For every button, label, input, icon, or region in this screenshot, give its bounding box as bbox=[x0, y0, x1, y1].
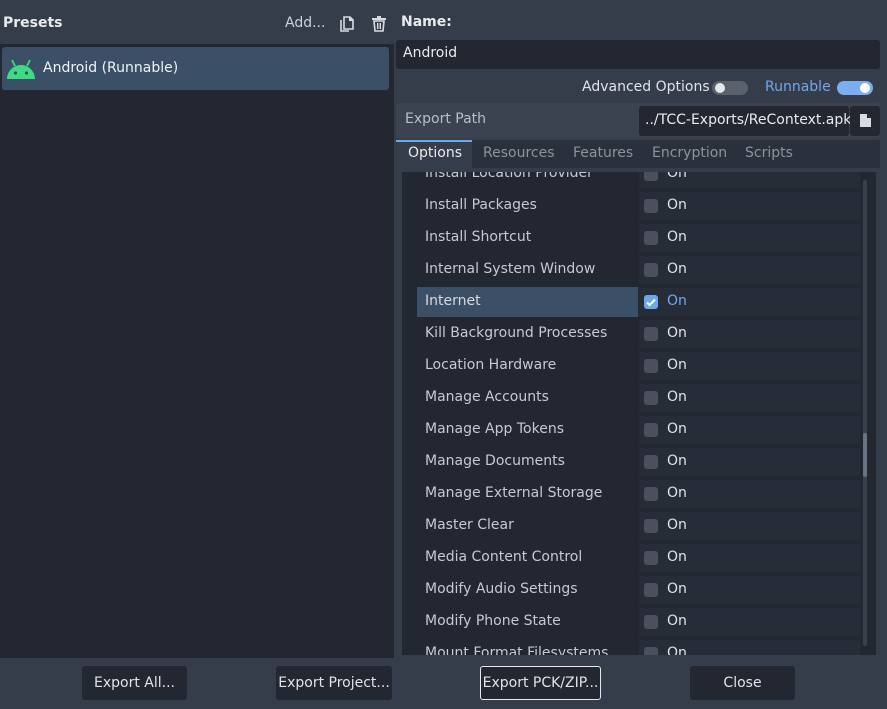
option-row[interactable]: Media Content Control On bbox=[417, 543, 860, 573]
option-checkbox[interactable] bbox=[644, 199, 658, 213]
option-row[interactable]: Location Hardware On bbox=[417, 351, 860, 381]
option-name: Manage App Tokens bbox=[425, 421, 564, 437]
option-row[interactable]: Modify Phone State On bbox=[417, 607, 860, 637]
option-checkbox[interactable] bbox=[644, 519, 658, 533]
option-checkbox[interactable] bbox=[644, 391, 658, 405]
option-name: Internal System Window bbox=[425, 261, 596, 277]
option-row[interactable]: Modify Audio Settings On bbox=[417, 575, 860, 605]
options-list: Install Location Provider On Install Packa… bbox=[402, 172, 876, 655]
tab-features[interactable]: Features bbox=[573, 145, 633, 161]
option-name: Manage Documents bbox=[425, 453, 565, 469]
duplicate-icon[interactable] bbox=[340, 16, 354, 32]
option-checkbox[interactable] bbox=[644, 295, 658, 309]
advanced-options-label: Advanced Options bbox=[582, 79, 710, 95]
trash-icon[interactable] bbox=[371, 16, 387, 32]
option-value: On bbox=[667, 613, 687, 629]
option-value: On bbox=[667, 197, 687, 213]
option-row[interactable]: Install Shortcut On bbox=[417, 223, 860, 253]
options-scrollbar-thumb[interactable] bbox=[863, 433, 867, 477]
option-value: On bbox=[667, 389, 687, 405]
option-name: Internet bbox=[425, 293, 481, 309]
option-value: On bbox=[667, 453, 687, 469]
export-path-label: Export Path bbox=[405, 111, 487, 127]
option-value: On bbox=[667, 549, 687, 565]
tab-resources[interactable]: Resources bbox=[483, 145, 555, 161]
file-icon bbox=[860, 114, 871, 127]
option-row[interactable]: Manage Documents On bbox=[417, 447, 860, 477]
option-name: Install Location Provider bbox=[425, 172, 593, 181]
option-row[interactable]: Manage Accounts On bbox=[417, 383, 860, 413]
option-row[interactable]: Mount Format Filesystems On bbox=[417, 639, 860, 655]
option-checkbox[interactable] bbox=[644, 327, 658, 341]
option-name: Kill Background Processes bbox=[425, 325, 608, 341]
presets-panel bbox=[0, 0, 394, 658]
android-icon bbox=[7, 59, 35, 79]
runnable-toggle[interactable] bbox=[837, 81, 873, 95]
option-name: Mount Format Filesystems bbox=[425, 645, 609, 655]
option-row[interactable]: Install Location Provider On bbox=[417, 172, 860, 189]
option-name: Modify Phone State bbox=[425, 613, 561, 629]
option-checkbox[interactable] bbox=[644, 423, 658, 437]
option-checkbox[interactable] bbox=[644, 359, 658, 373]
name-label: Name: bbox=[401, 14, 452, 30]
option-value: On bbox=[667, 421, 687, 437]
tab-encryption[interactable]: Encryption bbox=[652, 145, 727, 161]
option-row[interactable]: Internet On bbox=[417, 287, 860, 317]
option-checkbox[interactable] bbox=[644, 455, 658, 469]
option-name: Manage Accounts bbox=[425, 389, 549, 405]
tab-options-label[interactable]: Options bbox=[408, 145, 462, 161]
close-button[interactable]: Close bbox=[690, 666, 795, 700]
option-checkbox[interactable] bbox=[644, 487, 658, 501]
option-row[interactable]: Internal System Window On bbox=[417, 255, 860, 285]
presets-title: Presets bbox=[3, 15, 63, 31]
option-checkbox[interactable] bbox=[644, 231, 658, 245]
option-checkbox[interactable] bbox=[644, 583, 658, 597]
option-value: On bbox=[667, 645, 687, 655]
export-pck-zip-button[interactable]: Export PCK/ZIP... bbox=[480, 666, 601, 700]
add-preset-button[interactable]: Add... bbox=[285, 15, 325, 31]
option-row[interactable]: Install Packages On bbox=[417, 191, 860, 221]
option-name: Install Packages bbox=[425, 197, 537, 213]
option-name: Manage External Storage bbox=[425, 485, 603, 501]
option-name: Modify Audio Settings bbox=[425, 581, 578, 597]
option-checkbox[interactable] bbox=[644, 172, 658, 181]
options-scrollbar[interactable] bbox=[863, 180, 867, 646]
export-path-value: ../TCC-Exports/ReContext.apk bbox=[645, 112, 852, 128]
option-name: Master Clear bbox=[425, 517, 514, 533]
option-value: On bbox=[667, 172, 687, 181]
option-value: On bbox=[667, 581, 687, 597]
name-value: Android bbox=[403, 45, 458, 61]
option-row[interactable]: Manage App Tokens On bbox=[417, 415, 860, 445]
option-row[interactable]: Manage External Storage On bbox=[417, 479, 860, 509]
option-value: On bbox=[667, 229, 687, 245]
option-checkbox[interactable] bbox=[644, 551, 658, 565]
option-row[interactable]: Kill Background Processes On bbox=[417, 319, 860, 349]
option-value: On bbox=[667, 357, 687, 373]
name-input[interactable] bbox=[396, 40, 880, 69]
option-checkbox[interactable] bbox=[644, 615, 658, 629]
runnable-label: Runnable bbox=[765, 79, 831, 95]
option-value: On bbox=[667, 261, 687, 277]
export-project-button[interactable]: Export Project... bbox=[276, 666, 392, 700]
option-name: Install Shortcut bbox=[425, 229, 532, 245]
export-all-button[interactable]: Export All... bbox=[82, 666, 187, 700]
advanced-options-toggle[interactable] bbox=[712, 81, 748, 95]
option-value: On bbox=[667, 325, 687, 341]
option-checkbox[interactable] bbox=[644, 263, 658, 277]
option-value: On bbox=[667, 485, 687, 501]
option-value: On bbox=[667, 517, 687, 533]
option-name: Location Hardware bbox=[425, 357, 557, 373]
option-row[interactable]: Master Clear On bbox=[417, 511, 860, 541]
option-checkbox[interactable] bbox=[644, 647, 658, 655]
option-name: Media Content Control bbox=[425, 549, 583, 565]
preset-label: Android (Runnable) bbox=[43, 60, 179, 76]
tab-scripts[interactable]: Scripts bbox=[745, 145, 793, 161]
option-value: On bbox=[667, 293, 687, 309]
